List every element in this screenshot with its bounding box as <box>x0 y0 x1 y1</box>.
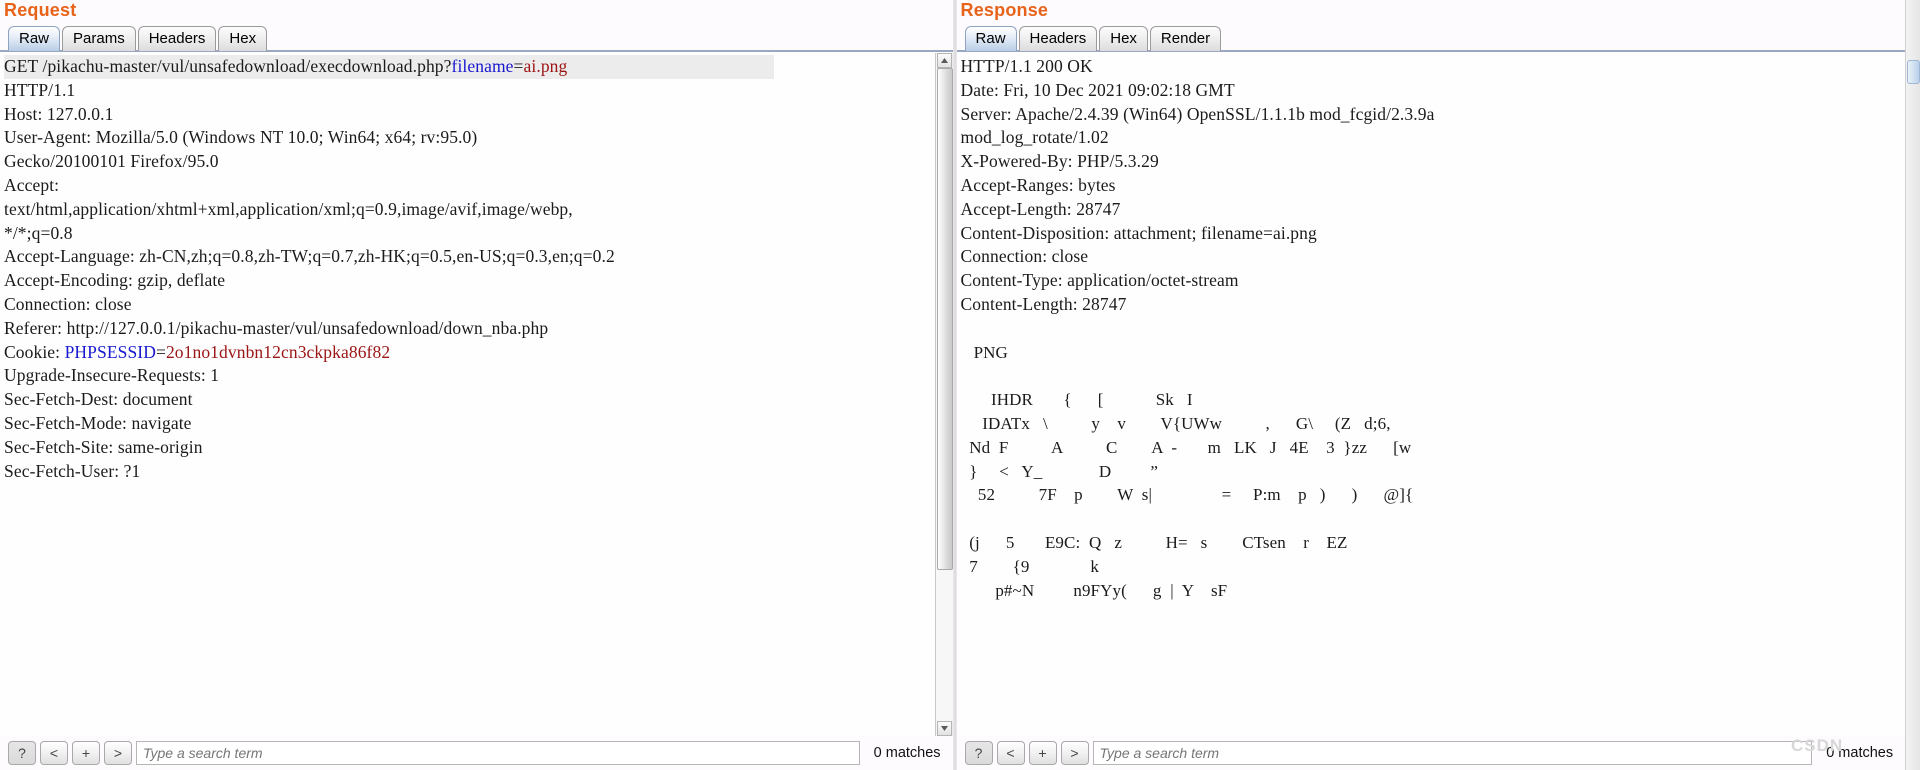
burp-message-editor: Request Raw Params Headers Hex GET /pika… <box>0 0 1920 770</box>
response-tabstrip: Raw Headers Hex Render <box>956 24 1906 52</box>
response-status-line: HTTP/1.1 200 OK <box>960 56 1093 76</box>
request-header-line: Host: 127.0.0.1 <box>4 103 114 124</box>
tab-response-headers[interactable]: Headers <box>1018 26 1098 51</box>
request-tabstrip: Raw Params Headers Hex <box>0 24 953 52</box>
response-raw-view[interactable]: HTTP/1.1 200 OK Date: Fri, 10 Dec 2021 0… <box>956 53 1906 736</box>
request-header-line: Sec-Fetch-Site: same-origin <box>4 436 203 457</box>
response-header-line: Content-Disposition: attachment; filenam… <box>960 222 1317 243</box>
window-scroll-thumb[interactable] <box>1907 60 1920 84</box>
request-header-line: */*;q=0.8 <box>4 222 73 243</box>
request-header-line: Connection: close <box>4 293 132 314</box>
request-scroll-track[interactable] <box>935 68 953 721</box>
response-search-bar: ? < + > 0 matches <box>956 736 1906 770</box>
request-header-line: Accept-Language: zh-CN,zh;q=0.8,zh-TW;q=… <box>4 246 615 267</box>
request-search-next-button[interactable]: > <box>104 740 132 765</box>
request-match-count: 0 matches <box>873 744 941 761</box>
request-panel-title: Request <box>4 0 77 20</box>
request-search-input[interactable] <box>136 740 860 765</box>
request-raw-view[interactable]: GET /pikachu-master/vul/unsafedownload/e… <box>0 53 935 736</box>
response-content-wrap: HTTP/1.1 200 OK Date: Fri, 10 Dec 2021 0… <box>956 52 1906 736</box>
request-search-add-button[interactable]: + <box>72 740 100 765</box>
response-body-line: 7 {9 k <box>960 556 1099 576</box>
response-body-line: IDATx \ y v V{UWw , G\ (Z d;6, <box>960 413 1391 433</box>
request-header-line: HTTP/1.1 <box>4 79 76 100</box>
response-header-line: Content-Length: 28747 <box>960 293 1127 314</box>
request-header-line: Accept: <box>4 174 60 195</box>
response-header-line: X-Powered-By: PHP/5.3.29 <box>960 151 1159 172</box>
request-header-line: Gecko/20100101 Firefox/95.0 <box>4 151 219 172</box>
request-search-prev-button[interactable]: < <box>40 740 68 765</box>
request-header-line: Referer: http://127.0.0.1/pikachu-master… <box>4 317 549 338</box>
request-header-line: text/html,application/xhtml+xml,applicat… <box>4 198 573 219</box>
request-cookie-prefix: Cookie: <box>4 341 65 362</box>
response-header-line: Connection: close <box>960 246 1089 267</box>
request-header-line: Accept-Encoding: gzip, deflate <box>4 270 226 291</box>
request-cookie-value: 2o1no1dvnbn12cn3ckpka86f82 <box>165 341 391 362</box>
response-body-line: } < Y_ D ” <box>960 461 1159 481</box>
response-panel: Response Raw Headers Hex Render HTTP/1.1… <box>956 0 1906 770</box>
tab-response-hex[interactable]: Hex <box>1099 26 1148 51</box>
response-body-line: PNG <box>960 342 1008 362</box>
response-search-add-button[interactable]: + <box>1028 740 1057 765</box>
response-message-text[interactable]: HTTP/1.1 200 OK Date: Fri, 10 Dec 2021 0… <box>957 53 1906 602</box>
tab-response-render[interactable]: Render <box>1149 26 1222 51</box>
scroll-down-icon[interactable] <box>936 721 952 736</box>
request-vertical-scrollbar[interactable] <box>934 53 953 736</box>
response-body-line: Nd F A C A - m LK J 4E 3 }zz [w <box>960 437 1412 457</box>
request-scroll-thumb[interactable] <box>936 68 953 570</box>
request-param-name: filename <box>451 56 514 76</box>
tab-response-raw[interactable]: Raw <box>964 26 1017 51</box>
response-search-input[interactable] <box>1092 740 1813 765</box>
tab-request-raw[interactable]: Raw <box>8 26 61 51</box>
window-vertical-scrollbar[interactable] <box>1905 0 1920 770</box>
request-cookie-key: PHPSESSID <box>64 341 156 362</box>
response-header-line: Content-Type: application/octet-stream <box>960 270 1239 291</box>
request-method-path: GET /pikachu-master/vul/unsafedownload/e… <box>4 56 452 76</box>
response-search-next-button[interactable]: > <box>1060 740 1089 765</box>
request-panel: Request Raw Params Headers Hex GET /pika… <box>0 0 953 770</box>
response-header-line: mod_log_rotate/1.02 <box>960 127 1109 148</box>
response-body-line: (j 5 E9C: Q z H= s CTsen r EZ <box>960 532 1348 552</box>
request-header-line: Sec-Fetch-Dest: document <box>4 389 193 410</box>
request-param-equals: = <box>513 56 524 76</box>
request-content-wrap: GET /pikachu-master/vul/unsafedownload/e… <box>0 52 953 736</box>
request-search-help-button[interactable]: ? <box>8 740 36 765</box>
request-cookie-line: Cookie: PHPSESSID=2o1no1dvnbn12cn3ckpka8… <box>4 342 390 362</box>
response-header-line: Date: Fri, 10 Dec 2021 09:02:18 GMT <box>960 79 1235 100</box>
request-first-line: GET /pikachu-master/vul/unsafedownload/e… <box>4 55 774 79</box>
response-body-line: p#~N n9FYy( g | Y sF <box>960 580 1228 600</box>
request-search-bar: ? < + > 0 matches <box>0 736 953 770</box>
tab-request-params[interactable]: Params <box>62 26 136 51</box>
response-header-line: Server: Apache/2.4.39 (Win64) OpenSSL/1.… <box>960 103 1435 124</box>
tab-request-headers[interactable]: Headers <box>137 26 217 51</box>
response-header-line: Accept-Length: 28747 <box>960 198 1121 219</box>
request-message-text[interactable]: GET /pikachu-master/vul/unsafedownload/e… <box>0 53 935 483</box>
request-cookie-equals: = <box>155 341 166 362</box>
response-panel-title: Response <box>960 0 1049 20</box>
response-body-line: 52 7F p W s| = P:m p ) ) @]{ <box>960 485 1414 505</box>
response-search-help-button[interactable]: ? <box>964 740 993 765</box>
request-header-line: Sec-Fetch-User: ?1 <box>4 460 141 481</box>
request-header-line: Sec-Fetch-Mode: navigate <box>4 412 192 433</box>
response-search-prev-button[interactable]: < <box>996 740 1025 765</box>
response-match-count: 0 matches <box>1826 744 1894 761</box>
response-body-line: IHDR { [ Sk I <box>960 390 1193 410</box>
request-header-line: User-Agent: Mozilla/5.0 (Windows NT 10.0… <box>4 127 478 148</box>
response-header-line: Accept-Ranges: bytes <box>960 174 1116 195</box>
request-param-value: ai.png <box>523 56 568 76</box>
scroll-up-icon[interactable] <box>936 53 952 68</box>
tab-request-hex[interactable]: Hex <box>218 26 268 51</box>
request-header-line: Upgrade-Insecure-Requests: 1 <box>4 365 220 386</box>
